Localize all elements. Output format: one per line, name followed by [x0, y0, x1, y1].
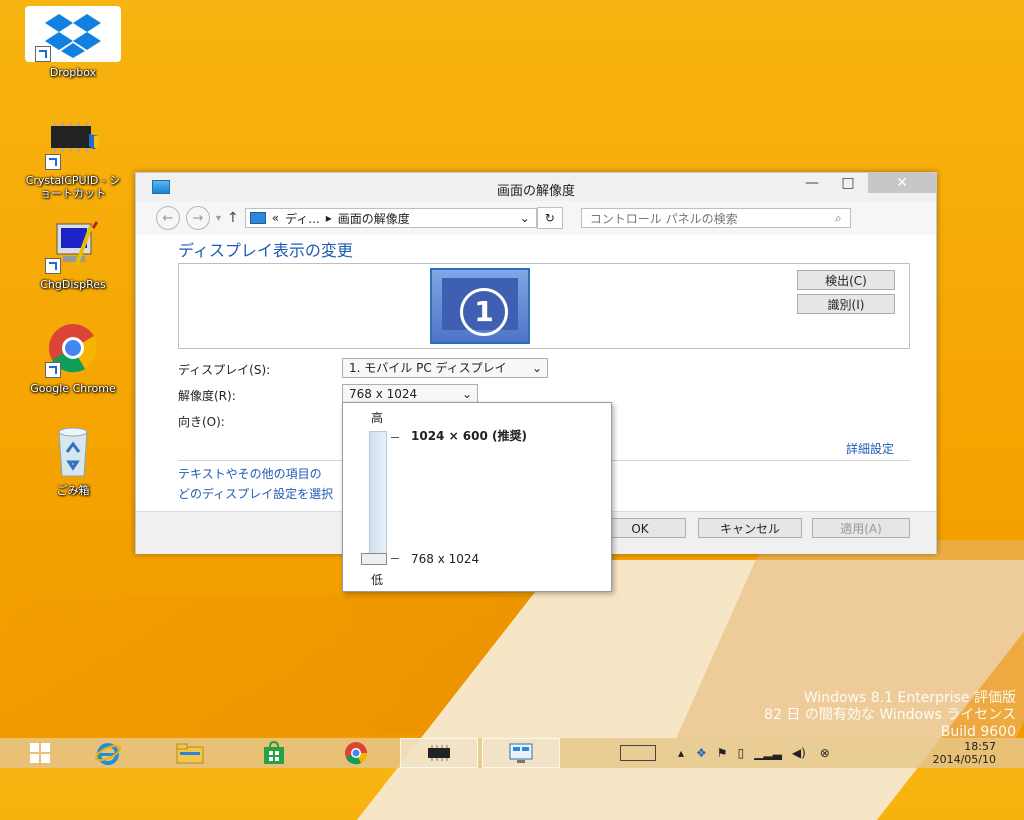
windows-watermark: Windows 8.1 Enterprise 評価版 82 日 の間有効な Wi… — [764, 690, 1016, 741]
display-select-value: 1. モバイル PC ディスプレイ — [349, 361, 507, 375]
refresh-icon: ↻ — [544, 211, 555, 225]
text-size-link[interactable]: テキストやその他の項目の — [178, 465, 322, 482]
desktop-icon-crystalcpuid[interactable]: CrystalCPUID - シ ョートカット — [18, 114, 128, 200]
control-panel-icon — [249, 212, 266, 224]
breadcrumb-display[interactable]: ディ... — [285, 210, 320, 227]
chrome-icon — [345, 742, 368, 765]
recent-dropdown-icon[interactable]: ▾ — [216, 213, 221, 224]
recycle-bin-icon — [43, 424, 103, 480]
chevron-down-icon: ⌄ — [461, 387, 472, 401]
slider-high-label: 高 — [371, 411, 384, 425]
minimize-button[interactable]: — — [794, 173, 830, 193]
resolution-option-low[interactable]: 768 x 1024 — [411, 552, 479, 566]
close-button[interactable]: ✕ — [868, 173, 936, 193]
taskbar-control-panel[interactable] — [482, 738, 560, 768]
cpu-chip-icon — [43, 114, 103, 170]
slider-tick-top — [391, 437, 399, 438]
breadcrumb-screen-resolution[interactable]: 画面の解像度 — [338, 210, 410, 227]
back-button[interactable]: ← — [156, 206, 180, 230]
monitor-number: 1 — [460, 288, 508, 336]
clock-time: 18:57 — [964, 740, 996, 753]
shortcut-arrow-icon — [45, 258, 61, 274]
touch-keyboard-icon[interactable] — [620, 745, 656, 761]
chrome-icon — [43, 322, 103, 378]
desktop-icon-chgdispres[interactable]: ChgDispRes — [18, 218, 128, 291]
taskbar: ▴ ❖ ⚑ ▯ ▁▂▃ ◀) ⊗ 18:57 2014/05/10 — [0, 738, 1024, 768]
desktop-icon-dropbox[interactable]: Dropbox — [18, 6, 128, 79]
taskbar-chrome[interactable] — [326, 738, 386, 768]
resolution-slider-popup: 高 1024 × 600 (推奨) 768 x 1024 低 — [342, 402, 612, 592]
dropbox-icon — [25, 6, 121, 62]
folder-icon — [176, 743, 204, 764]
monitor-tool-icon — [43, 218, 103, 274]
display-settings-help-link[interactable]: どのディスプレイ設定を選択 — [178, 485, 333, 502]
page-heading: ディスプレイ表示の変更 — [178, 241, 353, 260]
resolution-slider-track[interactable] — [369, 431, 387, 563]
address-dropdown-icon[interactable]: ⌄ — [520, 211, 530, 225]
shortcut-arrow-icon — [45, 362, 61, 378]
cancel-button[interactable]: キャンセル — [698, 518, 802, 538]
shortcut-arrow-icon — [45, 154, 61, 170]
desktop-icon-label: CrystalCPUID - シ ョートカット — [25, 174, 121, 200]
resolution-label: 解像度(R): — [178, 389, 236, 403]
resolution-select-value: 768 x 1024 — [349, 387, 418, 401]
forward-button[interactable]: → — [186, 206, 210, 230]
display-preview-area: 1 検出(C) 識別(I) — [178, 263, 910, 349]
dropbox-tray-icon[interactable]: ❖ — [696, 746, 707, 760]
desktop-icon-label: ChgDispRes — [40, 278, 106, 291]
display-select[interactable]: 1. モバイル PC ディスプレイ ⌄ — [342, 358, 548, 378]
start-button[interactable] — [10, 738, 70, 768]
resolution-option-high[interactable]: 1024 × 600 (推奨) — [411, 427, 527, 444]
search-icon: ⌕ — [835, 210, 842, 225]
search-box[interactable]: コントロール パネルの検索 ⌕ — [580, 208, 851, 228]
disconnect-icon[interactable]: ⊗ — [820, 746, 830, 760]
window-titlebar[interactable]: 画面の解像度 — □ ✕ — [136, 173, 936, 201]
display-label: ディスプレイ(S): — [178, 363, 271, 377]
windows-logo-icon — [30, 743, 50, 763]
cpu-chip-icon — [428, 745, 450, 761]
breadcrumb-separator-icon: ▸ — [325, 211, 332, 225]
watermark-edition: Windows 8.1 Enterprise 評価版 — [803, 690, 1016, 706]
up-button[interactable]: ↑ — [227, 210, 239, 226]
clock-date: 2014/05/10 — [932, 753, 996, 766]
search-placeholder: コントロール パネルの検索 — [589, 211, 738, 226]
desktop-icon-google-chrome[interactable]: Google Chrome — [18, 322, 128, 395]
slider-tick-bottom — [391, 558, 399, 559]
taskbar-file-explorer[interactable] — [160, 738, 220, 768]
system-tray: ▴ ❖ ⚑ ▯ ▁▂▃ ◀) ⊗ — [620, 738, 840, 768]
apply-button[interactable]: 適用(A) — [812, 518, 910, 538]
advanced-settings-link[interactable]: 詳細設定 — [846, 440, 894, 457]
shortcut-arrow-icon — [35, 46, 51, 62]
power-icon[interactable]: ▯ — [738, 746, 745, 760]
volume-icon[interactable]: ◀) — [792, 746, 806, 760]
address-bar-row: ← → ▾ ↑ « ディ... ▸ 画面の解像度 ⌄ ↻ コントロール パネルの… — [136, 201, 936, 235]
show-hidden-icons-icon[interactable]: ▴ — [678, 746, 684, 760]
detect-button[interactable]: 検出(C) — [797, 270, 895, 290]
desktop-icon-recycle-bin[interactable]: ごみ箱 — [18, 424, 128, 497]
taskbar-store[interactable] — [244, 738, 304, 768]
desktop-icon-label: Dropbox — [49, 66, 97, 79]
orientation-label: 向き(O): — [178, 415, 225, 429]
store-icon — [264, 741, 284, 764]
refresh-button[interactable]: ↻ — [536, 207, 563, 229]
chevron-down-icon: ⌄ — [531, 361, 542, 375]
breadcrumb-overflow[interactable]: « — [272, 211, 279, 225]
clock[interactable]: 18:57 2014/05/10 — [933, 740, 996, 766]
desktop-icon-label: Google Chrome — [30, 382, 116, 395]
monitor-1-thumbnail[interactable]: 1 — [430, 268, 530, 344]
internet-explorer-icon — [95, 743, 121, 765]
taskbar-crystalcpuid[interactable] — [400, 738, 478, 768]
taskbar-internet-explorer[interactable] — [78, 738, 138, 768]
watermark-license: 82 日 の間有効な Windows ライセンス — [764, 707, 1016, 723]
identify-button[interactable]: 識別(I) — [797, 294, 895, 314]
slider-low-label: 低 — [371, 573, 384, 587]
address-box[interactable]: « ディ... ▸ 画面の解像度 ⌄ — [244, 208, 537, 228]
resolution-select[interactable]: 768 x 1024 ⌄ — [342, 384, 478, 404]
network-signal-icon[interactable]: ▁▂▃ — [754, 746, 782, 760]
action-center-flag-icon[interactable]: ⚑ — [717, 746, 728, 760]
desktop-icon-label: ごみ箱 — [56, 484, 90, 497]
maximize-button[interactable]: □ — [830, 173, 866, 193]
display-settings-icon — [509, 743, 533, 763]
resolution-slider-thumb[interactable] — [361, 553, 387, 565]
